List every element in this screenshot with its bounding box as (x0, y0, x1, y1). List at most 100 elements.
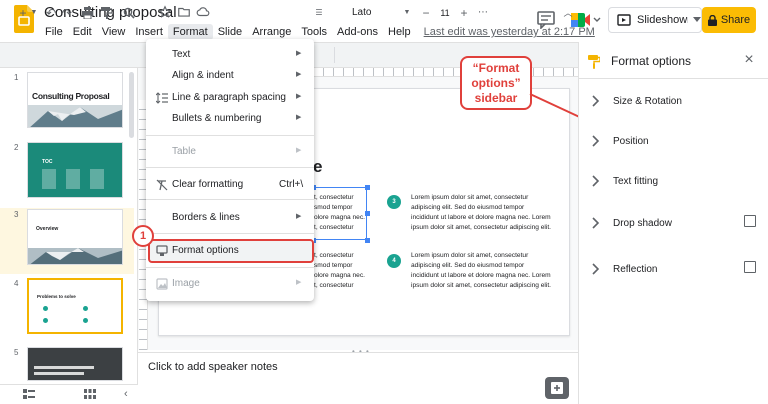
slide-thumbnail-1[interactable]: Consulting Proposal (27, 72, 123, 128)
slide-text-fragment[interactable]: t, consectetur smod tempor olore magna n… (314, 251, 368, 291)
menu-separator (146, 199, 314, 200)
thumb-title: Problems to solve (37, 294, 76, 299)
collapse-filmstrip-icon[interactable]: ‹ (124, 388, 128, 400)
menu-tools[interactable]: Tools (296, 24, 332, 40)
drop-shadow-checkbox[interactable] (744, 215, 756, 227)
collapse-toolbar-icon[interactable]: ︿ (562, 4, 574, 22)
slide-thumbnail-5[interactable] (27, 347, 123, 381)
explore-button[interactable] (545, 377, 569, 399)
font-size-field[interactable]: 11 (436, 4, 454, 22)
speaker-notes-panel[interactable] (138, 352, 578, 404)
chevron-right-icon (590, 263, 600, 275)
align-icon[interactable]: ☰ (314, 4, 324, 22)
chevron-right-icon (590, 135, 600, 147)
menu-slide[interactable]: Slide (213, 24, 247, 40)
menu-item-clear-formatting[interactable]: Clear formatting Ctrl+\ (146, 175, 314, 195)
redo-icon[interactable]: ↷ (60, 4, 74, 22)
menu-separator (146, 135, 314, 136)
thumb-title: Consulting Proposal (32, 91, 110, 101)
menu-item-align-indent[interactable]: Align & indent ▶ (146, 66, 314, 86)
view-switcher (0, 384, 138, 404)
menu-item-table: Table ▶ (172, 146, 302, 157)
slide-thumbnail-3[interactable]: Overview (27, 209, 123, 265)
menu-addons[interactable]: Add-ons (332, 24, 383, 40)
slideshow-dropdown-icon[interactable] (687, 17, 702, 23)
format-options-icon (156, 245, 168, 257)
slide-number: 1 (14, 73, 19, 82)
slide-title[interactable]: e (313, 157, 322, 177)
paint-format-icon[interactable] (99, 4, 113, 22)
section-size-rotation[interactable]: Size & Rotation (588, 93, 764, 113)
slide-thumbnail-2[interactable]: TOC (27, 142, 123, 198)
annotation-callout: “Format options” sidebar (460, 56, 532, 110)
sidebar-title: Format options (611, 54, 692, 68)
resize-handle[interactable] (365, 211, 370, 216)
shortcut-label: Ctrl+\ (279, 179, 304, 190)
thumb-toc-lines (42, 169, 112, 189)
slideshow-label: Slideshow (637, 14, 688, 26)
mountain-image (28, 248, 122, 264)
callout-line: “Format (472, 61, 520, 75)
section-text-fitting[interactable]: Text fitting (588, 173, 764, 193)
filmstrip-scrollbar[interactable] (129, 72, 134, 138)
share-button[interactable]: Share (702, 7, 756, 33)
menu-edit[interactable]: Edit (68, 24, 97, 40)
menu-item-line-spacing[interactable]: Line & paragraph spacing ▶ (146, 88, 314, 108)
slide-thumbnail-4[interactable]: Problems to solve (27, 278, 123, 334)
speaker-notes-placeholder[interactable]: Click to add speaker notes (148, 361, 278, 373)
font-dropdown-icon[interactable]: ▼ (402, 4, 412, 22)
grid-view-icon[interactable] (84, 389, 96, 399)
mountain-image (28, 105, 122, 127)
menu-insert[interactable]: Insert (130, 24, 168, 40)
zoom-icon[interactable] (122, 4, 136, 22)
menu-item-text[interactable]: Text ▶ (146, 45, 314, 65)
thumb-title: TOC (42, 159, 53, 165)
chevron-right-icon (590, 217, 600, 229)
menu-bar: File Edit View Insert Format Slide Arran… (40, 24, 595, 40)
number-badge-3: 3 (387, 195, 401, 209)
menu-item-format-options[interactable]: Format options (146, 241, 314, 261)
undo-icon[interactable]: ↶ (44, 4, 58, 22)
resize-handle[interactable] (365, 185, 370, 190)
add-icon (551, 382, 563, 394)
slide-text-block-4[interactable]: Lorem ipsum dolor sit amet, consectetur … (411, 251, 551, 291)
menu-separator (146, 267, 314, 268)
selection-box[interactable] (313, 187, 367, 240)
menu-item-bullets-numbering[interactable]: Bullets & numbering ▶ (146, 109, 314, 129)
menu-view[interactable]: View (97, 24, 131, 40)
star-icon[interactable] (158, 5, 174, 21)
font-size-increase-button[interactable]: + (458, 4, 470, 22)
menu-file[interactable]: File (40, 24, 68, 40)
menu-item-image: Image ▶ (146, 274, 314, 294)
menu-item-borders-lines[interactable]: Borders & lines ▶ (146, 208, 314, 228)
slide-text-block-3[interactable]: Lorem ipsum dolor sit amet, consectetur … (411, 193, 551, 233)
menu-format[interactable]: Format (167, 24, 213, 40)
reflection-checkbox[interactable] (744, 261, 756, 273)
resize-handle[interactable] (365, 238, 370, 243)
filmstrip-view-icon[interactable] (23, 389, 35, 399)
line-spacing-icon (156, 92, 168, 104)
slideshow-button[interactable]: Slideshow (608, 7, 702, 33)
move-folder-icon[interactable] (177, 5, 193, 21)
image-icon (156, 278, 168, 290)
new-slide-icon[interactable]: + (16, 4, 30, 22)
section-drop-shadow[interactable]: Drop shadow (588, 215, 764, 235)
horizontal-ruler[interactable] (314, 68, 578, 77)
menu-separator (146, 167, 314, 168)
menu-separator (146, 233, 314, 234)
lock-icon (707, 14, 717, 26)
number-badge-4: 4 (387, 254, 401, 268)
present-icon (617, 14, 631, 26)
new-slide-dropdown-icon[interactable]: ▼ (30, 4, 38, 22)
more-icon[interactable]: ⋯ (476, 4, 490, 22)
cloud-status-icon[interactable] (196, 5, 212, 21)
section-reflection[interactable]: Reflection (588, 261, 764, 281)
comment-history-icon[interactable] (536, 11, 556, 29)
menu-arrange[interactable]: Arrange (247, 24, 296, 40)
menu-help[interactable]: Help (383, 24, 416, 40)
print-icon[interactable] (80, 4, 94, 22)
section-position[interactable]: Position (588, 133, 764, 153)
close-icon[interactable]: × (742, 52, 756, 68)
slide-number: 4 (14, 279, 19, 288)
font-size-decrease-button[interactable]: − (420, 4, 432, 22)
